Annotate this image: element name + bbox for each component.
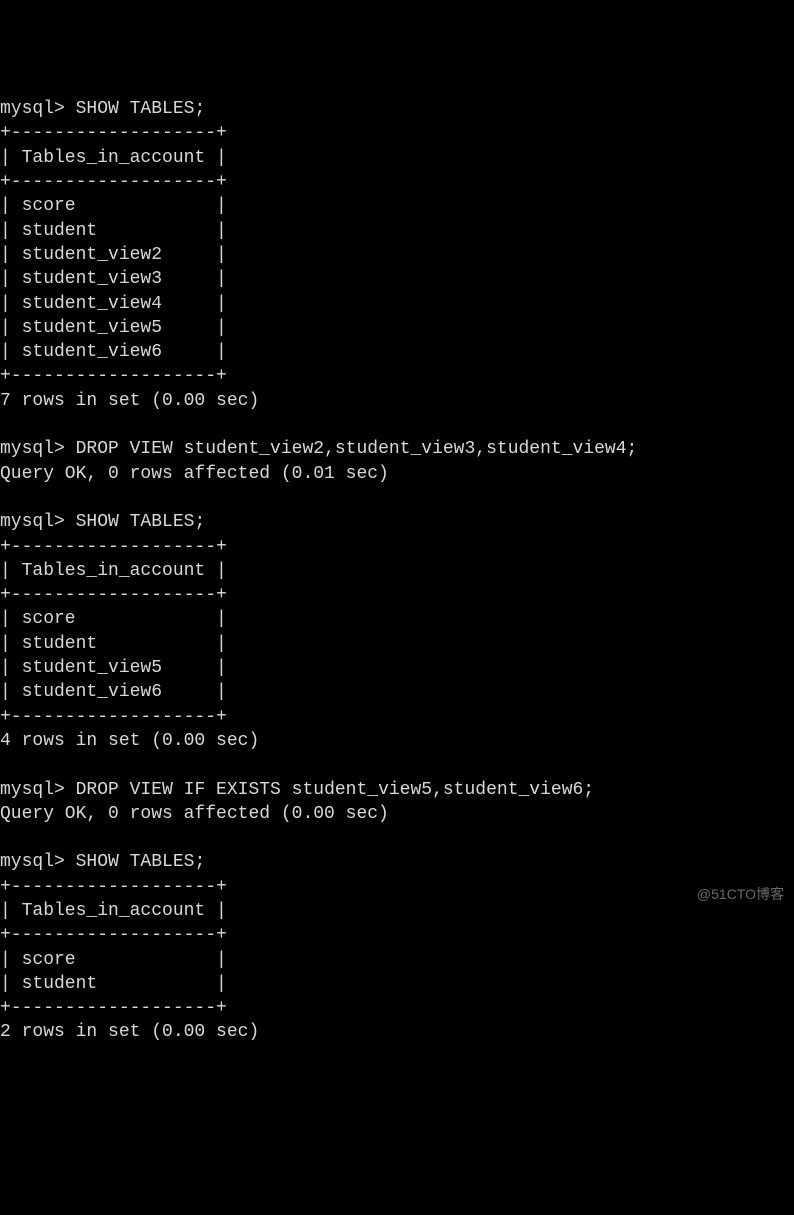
mysql-terminal[interactable]: mysql> SHOW TABLES; +-------------------… [0, 97, 794, 1045]
table-row: | student_view3 | [0, 269, 227, 289]
query-result: Query OK, 0 rows affected (0.00 sec) [0, 804, 389, 824]
table-border: +-------------------+ [0, 585, 227, 605]
command-show-tables-2: SHOW TABLES; [76, 512, 206, 532]
table-row: | student_view2 | [0, 245, 227, 265]
prompt: mysql> [0, 852, 65, 872]
result-footer: 7 rows in set (0.00 sec) [0, 391, 259, 411]
table-border: +-------------------+ [0, 707, 227, 727]
command-drop-view-1: DROP VIEW student_view2,student_view3,st… [76, 439, 638, 459]
query-result: Query OK, 0 rows affected (0.01 sec) [0, 464, 389, 484]
table-border: +-------------------+ [0, 925, 227, 945]
command-show-tables-3: SHOW TABLES; [76, 852, 206, 872]
table-border: +-------------------+ [0, 537, 227, 557]
table-row: | student | [0, 221, 227, 241]
table-row: | student | [0, 634, 227, 654]
table-border: +-------------------+ [0, 123, 227, 143]
result-footer: 2 rows in set (0.00 sec) [0, 1022, 259, 1042]
prompt: mysql> [0, 439, 65, 459]
table-row: | score | [0, 609, 227, 629]
prompt: mysql> [0, 780, 65, 800]
table-border: +-------------------+ [0, 366, 227, 386]
table-header: | Tables_in_account | [0, 148, 227, 168]
table-row: | score | [0, 196, 227, 216]
command-drop-view-2: DROP VIEW IF EXISTS student_view5,studen… [76, 780, 594, 800]
result-footer: 4 rows in set (0.00 sec) [0, 731, 259, 751]
prompt: mysql> [0, 512, 65, 532]
table-row: | score | [0, 950, 227, 970]
table-row: | student_view5 | [0, 318, 227, 338]
watermark: @51CTO博客 [697, 885, 784, 904]
table-row: | student_view6 | [0, 682, 227, 702]
command-show-tables-1: SHOW TABLES; [76, 99, 206, 119]
prompt: mysql> [0, 99, 65, 119]
table-header: | Tables_in_account | [0, 901, 227, 921]
table-header: | Tables_in_account | [0, 561, 227, 581]
table-border: +-------------------+ [0, 998, 227, 1018]
table-border: +-------------------+ [0, 172, 227, 192]
table-row: | student | [0, 974, 227, 994]
table-row: | student_view6 | [0, 342, 227, 362]
table-border: +-------------------+ [0, 877, 227, 897]
table-row: | student_view4 | [0, 294, 227, 314]
table-row: | student_view5 | [0, 658, 227, 678]
